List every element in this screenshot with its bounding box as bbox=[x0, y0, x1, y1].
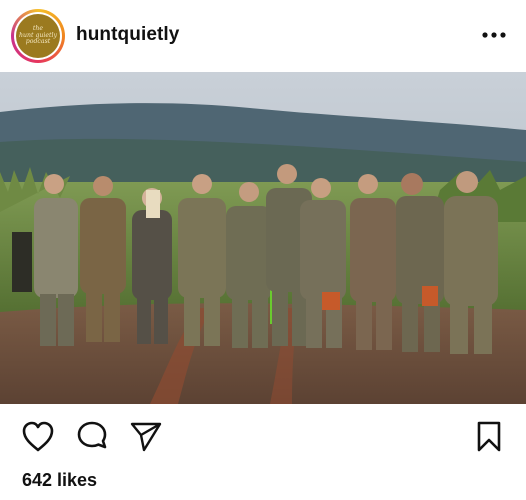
group-hunters-photo bbox=[0, 72, 526, 404]
more-horizontal-icon bbox=[482, 32, 506, 38]
post-actions-bar bbox=[0, 412, 526, 460]
more-options-icon[interactable] bbox=[480, 24, 510, 44]
username-link[interactable]: huntquietly bbox=[76, 24, 179, 46]
podcast-logo: the hunt quietly podcast bbox=[16, 14, 60, 58]
bookmark-icon bbox=[477, 421, 501, 452]
comment-icon bbox=[77, 421, 107, 449]
like-button[interactable] bbox=[20, 420, 56, 454]
send-icon bbox=[130, 422, 162, 452]
logo-text-line: podcast bbox=[25, 38, 51, 46]
post-header: the hunt quietly podcast huntquietly bbox=[0, 0, 526, 70]
comment-button[interactable] bbox=[74, 420, 110, 454]
profile-avatar-ring[interactable]: the hunt quietly podcast bbox=[11, 9, 65, 63]
save-button[interactable] bbox=[474, 420, 504, 454]
likes-count[interactable]: 642 likes bbox=[22, 470, 97, 491]
share-button[interactable] bbox=[128, 420, 164, 454]
avatar[interactable]: the hunt quietly podcast bbox=[14, 12, 62, 60]
post-photo[interactable] bbox=[0, 72, 526, 404]
heart-icon bbox=[22, 421, 54, 452]
